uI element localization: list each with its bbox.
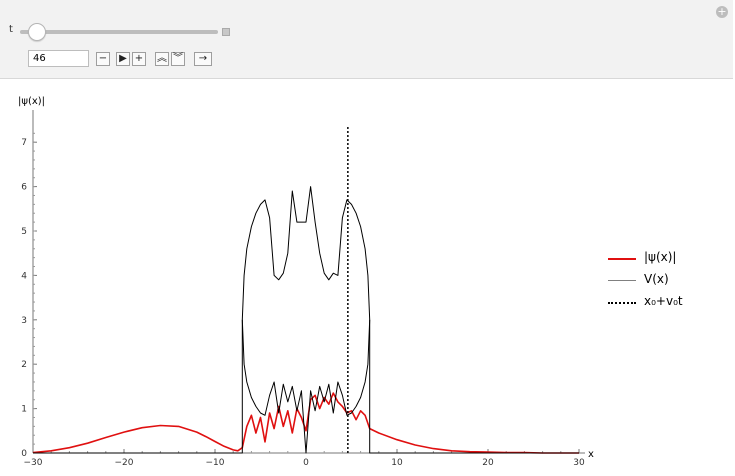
t-slider-thumb[interactable] [27, 23, 46, 41]
y-tick-label: 5 [21, 227, 27, 237]
y-tick-label: 1 [21, 405, 27, 415]
psi-curve [32, 392, 579, 454]
y-tick-label: 7 [21, 138, 27, 148]
double-chevron-down-icon: ︾ [173, 53, 183, 64]
plus-icon[interactable]: + [716, 6, 728, 18]
potential-curve-lower [241, 319, 371, 454]
slower-button[interactable]: ︾ [171, 52, 185, 66]
faster-button[interactable]: ︽ [155, 52, 169, 66]
legend-label-potential: V(x) [644, 272, 669, 286]
x-tick-label: 0 [303, 458, 309, 468]
legend-label-marker: x₀+v₀t [644, 294, 683, 308]
y-axis-label: |ψ(x)| [18, 96, 45, 107]
manipulate-control-panel: + t 46 − ▶ + ︽ ︾ → [0, 0, 733, 79]
y-tick-label: 0 [21, 449, 27, 459]
x-tick-label: 30 [573, 458, 585, 468]
x-tick-label: −10 [206, 458, 225, 468]
plus-icon: + [134, 53, 144, 64]
double-chevron-up-icon: ︽ [157, 53, 167, 64]
legend-swatch-marker [608, 302, 636, 304]
t-value-field[interactable]: 46 [28, 50, 89, 67]
potential-curve-upper [33, 186, 579, 454]
play-icon: ▶ [119, 53, 127, 64]
step-forward-button[interactable]: + [132, 52, 146, 66]
x-tick-label: −30 [24, 458, 43, 468]
y-tick-label: 6 [21, 183, 27, 193]
t-slider[interactable] [20, 30, 218, 34]
x-axis-label: x [588, 449, 594, 460]
wavefunction-chart: |ψ(x)| x −30 −20 −10 0 10 20 30 0 1 2 3 4 5 6 7 [18, 96, 594, 468]
legend-swatch-potential [608, 280, 636, 281]
x-tick-label: 10 [391, 458, 403, 468]
step-back-button[interactable]: − [96, 52, 110, 66]
play-button[interactable]: ▶ [116, 52, 130, 66]
x-tick-label: 20 [482, 458, 494, 468]
minus-icon: − [98, 53, 108, 64]
x-tick-label: −20 [115, 458, 134, 468]
direction-button[interactable]: → [194, 52, 212, 66]
arrow-right-icon: → [198, 53, 208, 64]
expand-controls-icon[interactable] [222, 28, 230, 36]
legend-swatch-psi [608, 258, 636, 260]
y-tick-label: 4 [21, 271, 27, 281]
t-slider-label: t [9, 24, 13, 35]
legend-label-psi: |ψ(x)| [644, 250, 677, 264]
y-tick-label: 2 [21, 360, 27, 370]
plot-area: |ψ(x)| x −30 −20 −10 0 10 20 30 0 1 2 3 4 5 6 7 [0, 80, 735, 472]
y-tick-label: 3 [21, 316, 27, 326]
